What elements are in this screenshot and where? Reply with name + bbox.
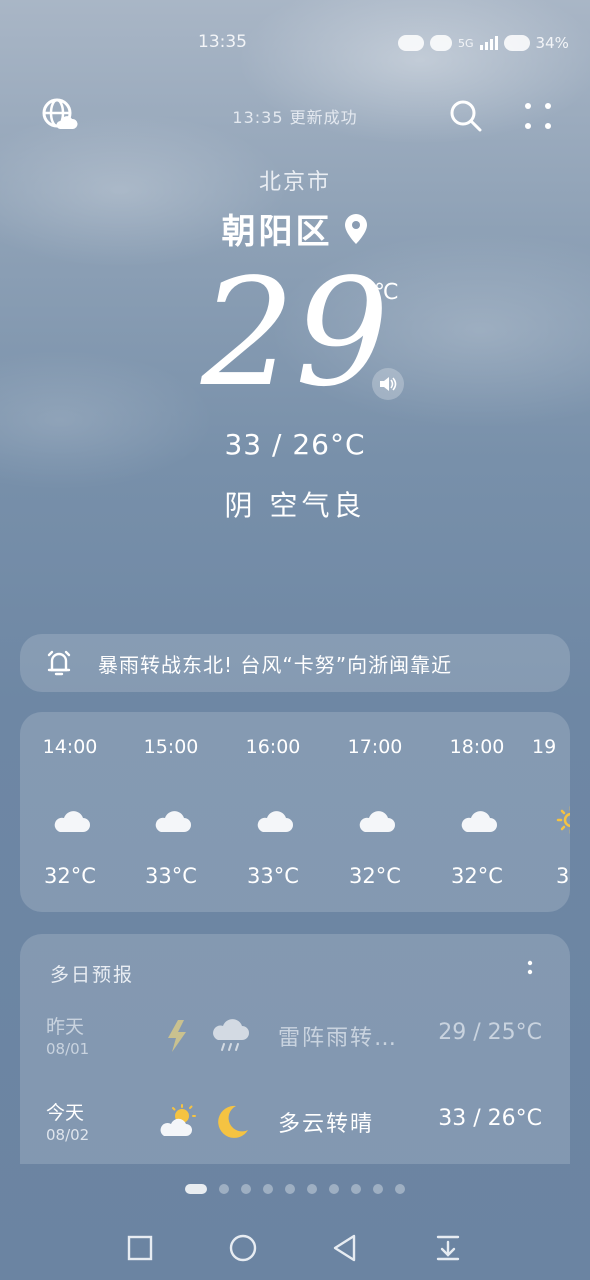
page-dot[interactable]	[373, 1184, 383, 1194]
cloudy-icon	[359, 811, 395, 832]
day-temp: 33 / 26°C	[438, 1106, 542, 1131]
hour-temp: 32°C	[349, 864, 401, 888]
hour-item: 15:00 33°C	[121, 712, 221, 912]
cloudy-icon	[257, 811, 293, 832]
hour-time: 14:00	[42, 736, 98, 758]
page-dot[interactable]	[219, 1184, 229, 1194]
page-dot[interactable]	[263, 1184, 273, 1194]
hour-item: 18:00 32°C	[427, 712, 527, 912]
cloudy-icon	[155, 811, 191, 832]
day-row-today[interactable]: 今天 08/02 多云转晴 33 / 26°C	[20, 1090, 570, 1164]
battery-icon	[503, 35, 530, 51]
rain-cloud-icon	[213, 1019, 249, 1051]
page-dot[interactable]	[329, 1184, 339, 1194]
hour-item: 17:00 32°C	[325, 712, 425, 912]
recent-apps-button[interactable]	[118, 1226, 162, 1270]
page-dot[interactable]	[307, 1184, 317, 1194]
cloudy-icon	[54, 811, 90, 832]
hour-temp: 32°C	[451, 864, 503, 888]
location-pin-icon	[344, 213, 367, 244]
hour-temp: 32°C	[44, 864, 96, 888]
temperature-unit: ℃	[374, 280, 399, 305]
page-dot[interactable]	[395, 1184, 405, 1194]
status-icons: 5G 34%	[398, 30, 569, 56]
page-dot[interactable]	[351, 1184, 361, 1194]
day-date: 08/01	[46, 1040, 90, 1058]
weather-alert-banner[interactable]: 暴雨转战东北! 台风“卡努”向浙闽靠近	[20, 634, 570, 692]
day-name: 昨天	[46, 1016, 85, 1038]
page-dot[interactable]	[285, 1184, 295, 1194]
alert-text: 暴雨转战东北! 台风“卡努”向浙闽靠近	[98, 652, 453, 677]
moon-icon	[218, 1105, 248, 1138]
hour-temp: 3	[556, 864, 570, 888]
cloudy-icon	[461, 811, 497, 832]
bunny-icon	[430, 35, 452, 51]
alarm-bell-icon	[47, 650, 71, 676]
multi-day-forecast-card[interactable]: 多日预报 昨天 08/01 雷阵雨转… 29 / 25°C 今天 08/02 多…	[20, 934, 570, 1164]
district-row[interactable]: 朝阳区	[0, 204, 590, 253]
sun-icon	[556, 806, 570, 834]
home-button[interactable]	[221, 1226, 265, 1270]
search-icon[interactable]	[448, 98, 484, 134]
day-desc: 多云转晴	[278, 1112, 375, 1137]
temperature-range: 33 / 26°C	[224, 428, 366, 461]
hour-time: 18:00	[449, 736, 505, 758]
battery-percent: 34%	[535, 34, 569, 52]
hour-item: 19 3	[528, 712, 570, 912]
network-type: 5G	[458, 36, 474, 50]
hour-temp: 33°C	[145, 864, 197, 888]
partly-cloudy-icon	[160, 1104, 196, 1136]
city-name: 北京市	[258, 170, 331, 195]
day-desc: 雷阵雨转…	[278, 1026, 399, 1051]
hour-temp: 33°C	[247, 864, 299, 888]
hour-time: 19	[532, 736, 557, 758]
day-name: 今天	[46, 1102, 85, 1124]
notification-pull-button[interactable]	[426, 1226, 470, 1270]
page-indicator[interactable]	[0, 1184, 590, 1194]
pull-down-icon	[436, 1235, 460, 1261]
status-time: 13:35	[198, 32, 247, 52]
page-dot[interactable]	[185, 1184, 207, 1194]
circle-icon	[229, 1234, 257, 1262]
weather-condition[interactable]: 阴 空气良	[0, 484, 590, 524]
thunder-icon	[168, 1020, 186, 1052]
mask-icon	[398, 35, 424, 51]
day-date: 08/02	[46, 1126, 90, 1144]
hour-time: 16:00	[245, 736, 301, 758]
speaker-icon	[380, 377, 397, 391]
daily-title: 多日预报	[50, 964, 135, 986]
day-row-yesterday[interactable]: 昨天 08/01 雷阵雨转… 29 / 25°C	[20, 1004, 570, 1084]
back-button[interactable]	[323, 1226, 367, 1270]
square-icon	[127, 1235, 153, 1261]
district-name: 朝阳区	[221, 212, 333, 252]
hour-time: 15:00	[143, 736, 199, 758]
update-status: 13:35 更新成功	[232, 108, 358, 127]
page-dot[interactable]	[241, 1184, 251, 1194]
hour-item: 14:00 32°C	[20, 712, 120, 912]
speaker-button[interactable]	[372, 368, 404, 400]
triangle-back-icon	[333, 1234, 356, 1262]
more-grid-icon[interactable]	[520, 98, 556, 134]
hour-item: 16:00 33°C	[223, 712, 323, 912]
day-temp: 29 / 25°C	[438, 1020, 542, 1045]
current-temperature: 29	[200, 247, 390, 419]
hour-time: 17:00	[347, 736, 403, 758]
hourly-forecast-card[interactable]: 14:00 32°C 15:00 33°C 16:00 33°C 17:00 3…	[20, 712, 570, 912]
more-vertical-icon[interactable]	[520, 958, 540, 982]
signal-icon	[479, 36, 498, 50]
